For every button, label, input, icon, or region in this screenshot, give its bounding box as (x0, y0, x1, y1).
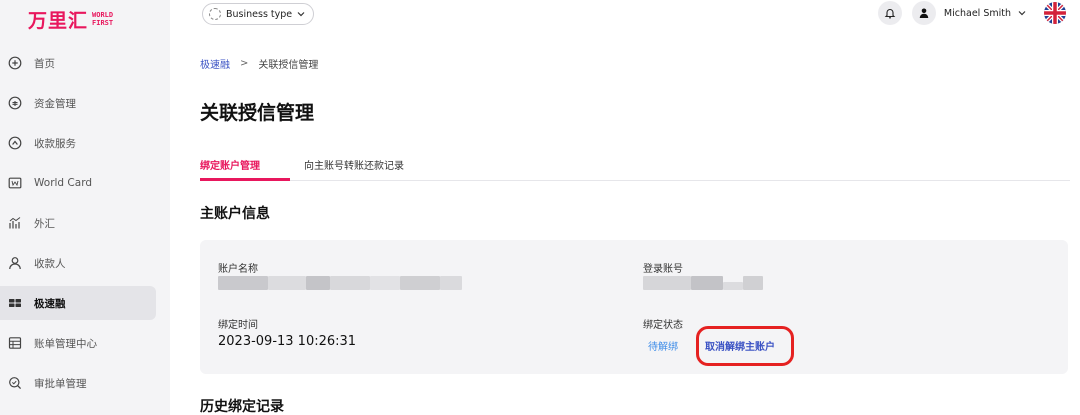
sidebar-item-label: 资金管理 (34, 97, 76, 110)
breadcrumb-current: 关联授信管理 (258, 60, 319, 71)
top-right-actions: Michael Smith (877, 0, 1066, 26)
sidebar: 万里汇 WORLD FIRST 首页 资金管理 收款服务 World Card … (0, 0, 170, 415)
card-icon (8, 176, 22, 190)
sidebar-item-world-card[interactable]: World Card (0, 166, 156, 200)
bill-icon (8, 336, 22, 350)
plus-circle-icon (8, 56, 22, 70)
quick-finance-icon (8, 296, 22, 310)
sidebar-item-label: 极速融 (34, 297, 66, 310)
tab-bar: 绑定账户管理 向主账号转账还款记录 (200, 150, 1070, 181)
chevron-down-icon (297, 12, 305, 17)
sidebar-item-payee[interactable]: 收款人 (0, 246, 156, 280)
business-type-select[interactable]: Business type (202, 3, 315, 25)
login-account-label: 登录账号 (643, 264, 683, 275)
receive-icon (8, 136, 22, 150)
user-menu[interactable]: Michael Smith (911, 1, 1026, 25)
breadcrumb: 极速融 > 关联授信管理 (200, 56, 318, 71)
bind-time-value: 2023-09-13 10:26:31 (218, 334, 357, 349)
sidebar-item-label: 外汇 (34, 217, 55, 230)
sidebar-item-label: 账单管理中心 (34, 337, 97, 350)
sidebar-item-label: 首页 (34, 57, 55, 70)
bell-icon (884, 9, 896, 19)
sidebar-item-label: 收款人 (34, 257, 66, 270)
sidebar-item-quick-finance[interactable]: 极速融 (0, 286, 156, 320)
tab-repayment-records[interactable]: 向主账号转账还款记录 (304, 157, 404, 172)
page-title: 关联授信管理 (200, 102, 315, 124)
avatar (911, 1, 936, 25)
sidebar-item-home[interactable]: 首页 (0, 46, 156, 80)
fx-chart-icon (8, 216, 22, 230)
chevron-down-icon (1018, 11, 1026, 16)
highlight-annotation-ring (696, 326, 794, 366)
sidebar-item-label: 审批单管理 (34, 377, 87, 390)
approval-search-icon (8, 376, 22, 390)
sidebar-item-label: 收款服务 (34, 137, 76, 150)
breadcrumb-link-quick-finance[interactable]: 极速融 (200, 56, 230, 71)
payee-icon (8, 256, 22, 270)
main-account-section-title: 主账户信息 (200, 206, 270, 222)
language-switcher[interactable] (1044, 2, 1066, 24)
dashed-circle-icon (209, 8, 221, 20)
user-name: Michael Smith (943, 7, 1011, 19)
user-icon (919, 8, 929, 18)
fund-icon (8, 96, 22, 110)
worldfirst-logo[interactable]: 万里汇 WORLD FIRST (28, 6, 113, 32)
account-name-label: 账户名称 (218, 264, 258, 275)
breadcrumb-separator: > (240, 58, 249, 69)
logo-chinese-text: 万里汇 (28, 9, 89, 32)
sidebar-item-bill-center[interactable]: 账单管理中心 (0, 326, 156, 360)
active-tab-indicator (200, 178, 290, 181)
top-bar: Business type Michael Smith (170, 0, 1080, 34)
sidebar-item-funds[interactable]: 资金管理 (0, 86, 156, 120)
tab-bound-accounts[interactable]: 绑定账户管理 (200, 157, 260, 172)
sidebar-item-receive[interactable]: 收款服务 (0, 126, 156, 160)
sidebar-nav: 首页 资金管理 收款服务 World Card 外汇 收款人 极速融 账单管理中… (0, 46, 170, 406)
sidebar-item-label: World Card (34, 177, 92, 189)
notification-button[interactable] (877, 1, 902, 25)
bind-time-label: 绑定时间 (218, 320, 258, 331)
history-section-title: 历史绑定记录 (200, 399, 284, 415)
business-type-label: Business type (226, 8, 293, 20)
sidebar-item-approval[interactable]: 审批单管理 (0, 366, 156, 400)
logo-english-text: WORLD FIRST (92, 11, 114, 27)
bind-status-value: 待解绑 (648, 342, 678, 353)
main-account-card: 账户名称 登录账号 绑定时间 2023-09-13 10:26:31 绑定状态 … (200, 240, 1068, 374)
uk-flag-icon (1044, 2, 1066, 24)
bind-status-label: 绑定状态 (643, 320, 683, 331)
sidebar-item-fx[interactable]: 外汇 (0, 206, 156, 240)
